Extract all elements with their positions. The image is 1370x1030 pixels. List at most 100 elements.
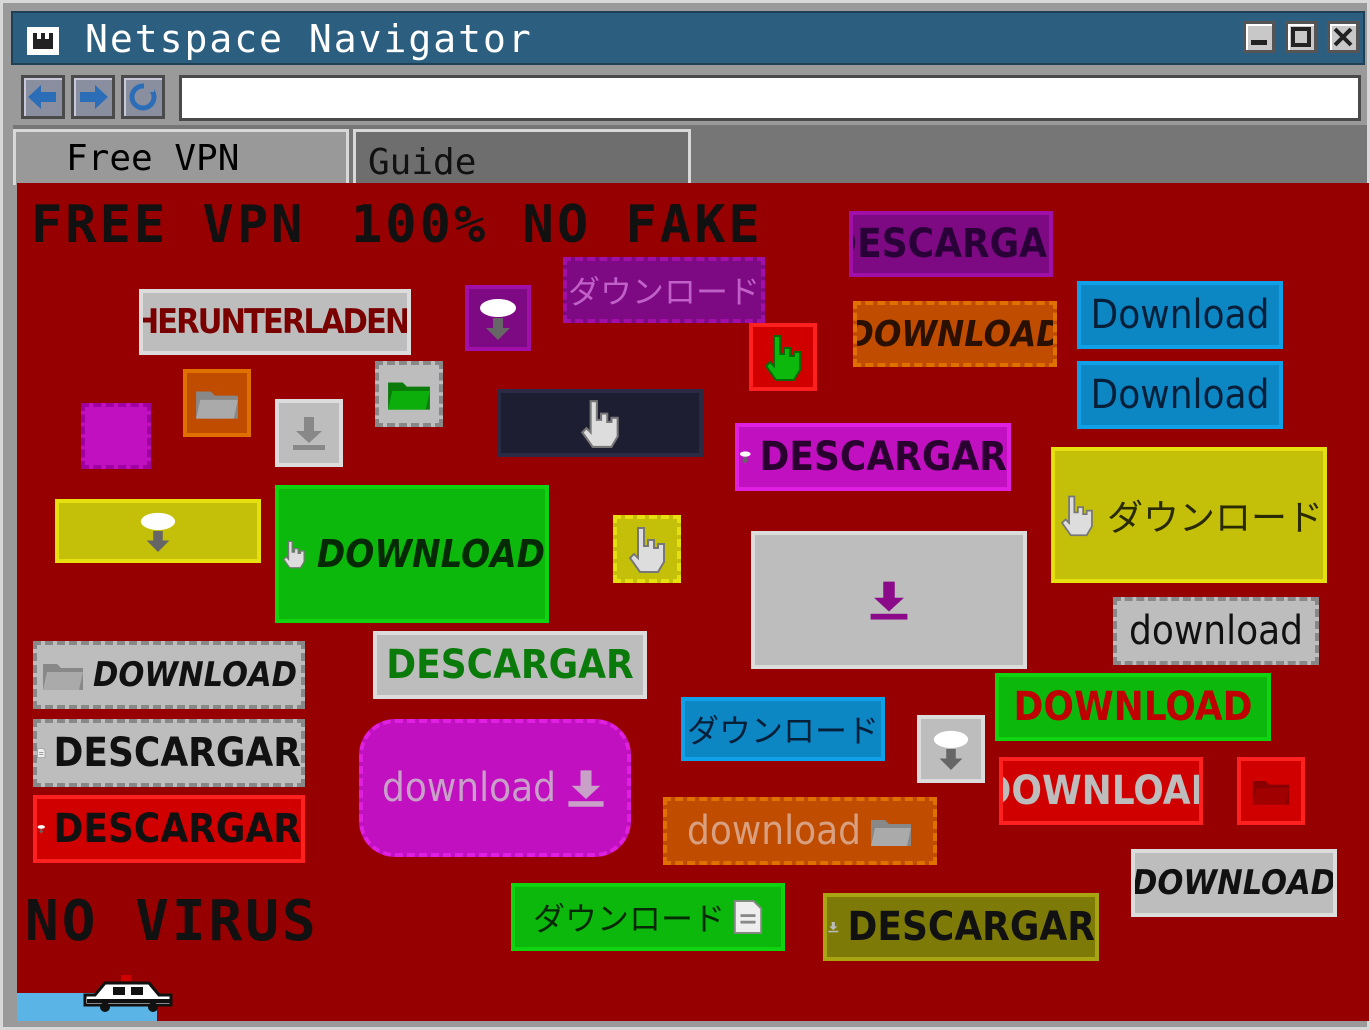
hand-pointer-icon — [628, 527, 665, 573]
tab-free-vpn[interactable]: Free VPN — [13, 129, 349, 185]
button-label: DOWNLOAD — [1013, 684, 1253, 730]
tab-strip: Free VPN Guide — [13, 125, 1367, 185]
folder-icon — [1252, 781, 1290, 805]
download-button[interactable]: ダウンロード — [563, 257, 765, 323]
close-icon — [1333, 27, 1353, 47]
download-button[interactable]: DESCARGAR — [33, 719, 305, 787]
button-label: download — [686, 808, 862, 854]
download-button[interactable]: DOWNLOAD — [1131, 849, 1337, 917]
button-label: DOWNLOAD — [1131, 863, 1337, 903]
pointer-button[interactable] — [613, 515, 681, 583]
download-button[interactable]: ダウンロード — [511, 883, 785, 951]
download-button[interactable]: DESCARGAR — [33, 795, 305, 863]
download-button[interactable]: download — [359, 719, 631, 857]
page-content: FREE VPN 100% NO FAKE DESCARGAR ダウンロード H… — [17, 183, 1369, 1021]
tab-guide[interactable]: Guide — [353, 129, 691, 185]
cloud-download-button[interactable] — [465, 285, 531, 351]
download-button[interactable]: Download — [1077, 361, 1283, 429]
no-virus-text: NO VIRUS — [25, 889, 319, 954]
cloud-download-icon — [37, 825, 45, 834]
download-button[interactable]: DESCARGAR — [373, 631, 647, 699]
button-label: ダウンロード — [567, 273, 760, 311]
back-button[interactable] — [21, 75, 65, 119]
button-label: download — [381, 765, 557, 811]
button-label: Download — [1090, 372, 1270, 418]
download-button[interactable]: ダウンロード — [681, 697, 885, 761]
button-label: DOWNLOAD — [853, 313, 1057, 355]
tab-label: Guide — [368, 142, 477, 183]
folder-button[interactable] — [1237, 757, 1305, 825]
cloud-download-icon — [739, 451, 751, 464]
folder-icon — [388, 382, 430, 410]
button-label: download — [1128, 608, 1304, 654]
blank-button[interactable] — [81, 403, 151, 469]
button-label: DOWNLOAD — [1003, 768, 1199, 814]
button-label: DESCARGAR — [853, 221, 1049, 267]
minimize-icon — [1251, 40, 1267, 45]
reload-button[interactable] — [121, 75, 165, 119]
button-label: ダウンロード — [1106, 498, 1323, 539]
cloud-download-button[interactable] — [917, 715, 985, 783]
cloud-download-icon — [933, 730, 969, 770]
hand-pointer-icon — [282, 540, 305, 569]
download-button[interactable]: HERUNTERLADEN — [139, 289, 411, 355]
pointer-button[interactable] — [749, 323, 817, 391]
download-button[interactable]: download — [663, 797, 937, 865]
folder-icon — [42, 664, 83, 690]
cloud-download-button[interactable] — [55, 499, 261, 563]
download-button[interactable]: ダウンロード — [1051, 447, 1327, 583]
download-button[interactable]: download — [1113, 597, 1319, 665]
button-label: DOWNLOAD — [316, 532, 545, 576]
headline-free-vpn: FREE VPN — [31, 195, 306, 255]
download-button[interactable]: DESCARGAR — [849, 211, 1053, 277]
download-button[interactable]: DOWNLOAD — [275, 485, 549, 623]
button-label: DESCARGAR — [53, 730, 301, 776]
address-bar[interactable] — [179, 75, 1361, 121]
toolbar — [13, 69, 1367, 125]
pointer-button[interactable] — [497, 389, 703, 457]
download-button[interactable]: Download — [1077, 281, 1283, 349]
download-icon — [568, 770, 604, 807]
download-button[interactable]: DOWNLOAD — [995, 673, 1271, 741]
arrow-right-icon — [80, 85, 108, 109]
download-button[interactable]: DOWNLOAD — [33, 641, 305, 709]
cloud-download-icon — [140, 512, 176, 552]
download-button[interactable]: DESCARGAR — [735, 423, 1011, 491]
button-label: ダウンロード — [686, 712, 879, 750]
download-icon — [293, 417, 325, 450]
download-icon-button[interactable] — [275, 399, 343, 467]
title-bar[interactable]: Netspace Navigator — [11, 11, 1365, 65]
download-icon — [828, 921, 839, 933]
document-icon — [733, 900, 763, 934]
browser-window: Netspace Navigator Free VPN Guide FREE V… — [0, 0, 1370, 1030]
folder-button[interactable] — [375, 361, 443, 427]
button-label: HERUNTERLADEN — [139, 302, 409, 342]
app-icon — [27, 27, 59, 55]
button-label: Download — [1090, 292, 1270, 338]
close-button[interactable] — [1327, 21, 1359, 53]
maximize-button[interactable] — [1285, 21, 1317, 53]
forward-button[interactable] — [71, 75, 115, 119]
hand-pointer-icon — [580, 400, 619, 448]
document-icon — [37, 748, 46, 758]
window-title: Netspace Navigator — [85, 17, 533, 61]
tab-label: Free VPN — [66, 138, 240, 179]
minimize-button[interactable] — [1243, 21, 1275, 53]
police-car-icon — [83, 975, 173, 1012]
maximize-icon — [1291, 27, 1311, 47]
folder-icon — [871, 820, 912, 846]
download-button[interactable]: DOWNLOAD — [999, 757, 1203, 825]
download-button[interactable]: DOWNLOAD — [853, 301, 1057, 367]
download-button[interactable]: DESCARGAR — [823, 893, 1099, 961]
download-icon — [870, 581, 908, 620]
button-label: DESCARGAR — [53, 806, 301, 852]
button-label: DESCARGAR — [847, 904, 1095, 950]
download-icon-button[interactable] — [751, 531, 1027, 669]
folder-icon — [196, 391, 238, 419]
hand-pointer-icon — [764, 335, 801, 381]
button-label: DOWNLOAD — [92, 655, 298, 695]
folder-button[interactable] — [183, 369, 251, 437]
arrow-left-icon — [28, 85, 56, 109]
hand-pointer-icon — [1060, 495, 1093, 537]
reload-icon — [129, 82, 157, 111]
